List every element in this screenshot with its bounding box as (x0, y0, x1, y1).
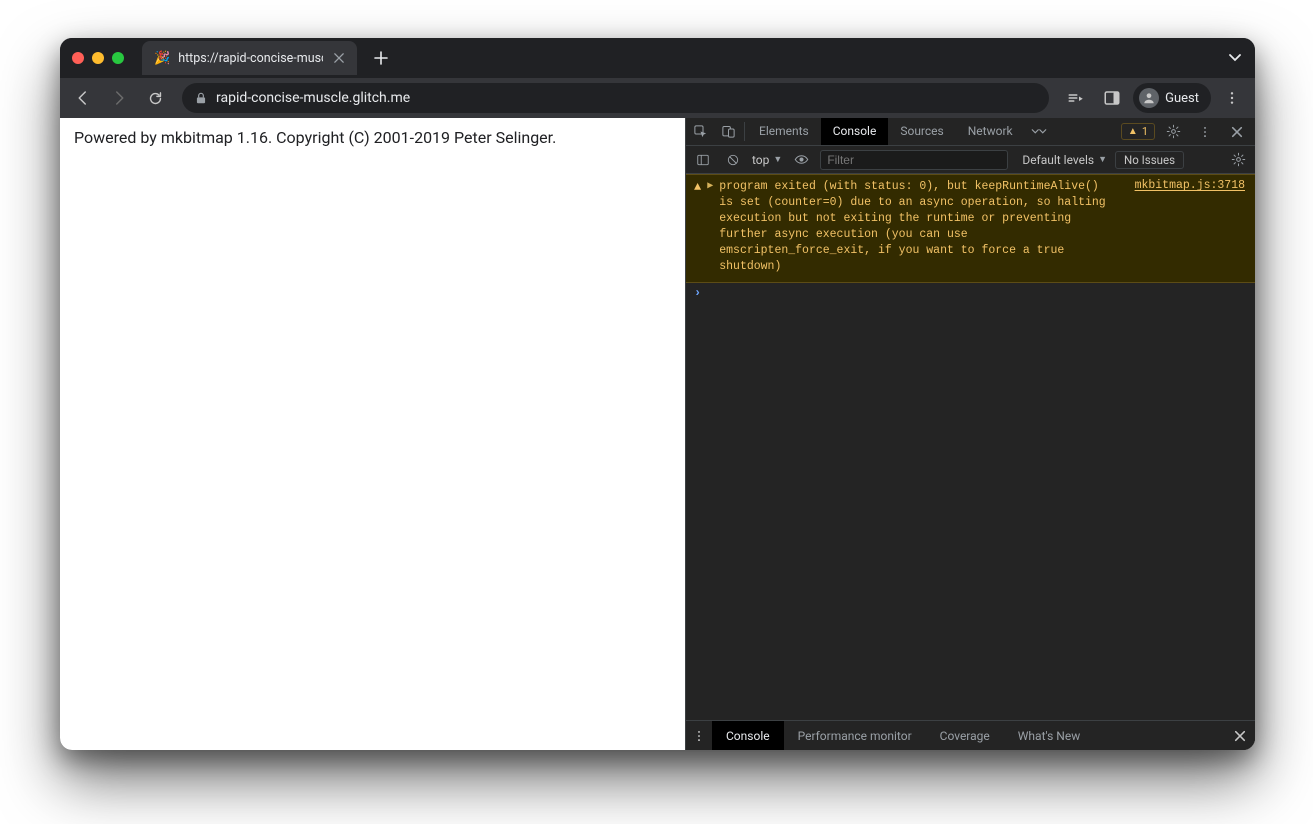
side-panel-button[interactable] (1097, 83, 1127, 113)
console-settings-icon[interactable] (1227, 152, 1249, 167)
devtools-tab-elements[interactable]: Elements (747, 118, 821, 145)
divider (744, 122, 745, 141)
devtools-tab-console[interactable]: Console (821, 118, 889, 145)
console-filter-input[interactable] (820, 150, 1008, 170)
window-traffic-lights (72, 52, 124, 64)
chevron-down-icon: ▼ (773, 154, 782, 165)
live-expression-icon[interactable] (790, 152, 812, 167)
devtools-menu-icon[interactable] (1191, 125, 1219, 139)
media-control-button[interactable] (1061, 83, 1091, 113)
browser-window: 🎉 https://rapid-concise-muscle.g (60, 38, 1255, 750)
browser-toolbar: rapid-concise-muscle.glitch.me Guest (60, 78, 1255, 118)
devtools-tab-network[interactable]: Network (956, 118, 1025, 145)
chevron-down-icon: ▼ (1098, 154, 1107, 165)
issues-label: No Issues (1124, 153, 1175, 167)
warnings-badge[interactable]: ▲ 1 (1121, 123, 1155, 140)
forward-button[interactable] (104, 83, 134, 113)
warning-icon: ▲ (1128, 126, 1138, 137)
console-message-text: program exited (with status: 0), but kee… (719, 179, 1118, 276)
page-text: Powered by mkbitmap 1.16. Copyright (C) … (74, 128, 671, 147)
browser-tab[interactable]: 🎉 https://rapid-concise-muscle.g (142, 41, 357, 75)
devtools-close-icon[interactable] (1223, 126, 1251, 138)
window-zoom-button[interactable] (112, 52, 124, 64)
clear-console-icon[interactable] (722, 153, 744, 167)
log-levels-label: Default levels (1022, 153, 1094, 167)
drawer-close-icon[interactable] (1225, 721, 1255, 750)
prompt-caret-icon: › (694, 286, 701, 300)
log-levels-select[interactable]: Default levels ▼ (1022, 153, 1107, 167)
content-area: Powered by mkbitmap 1.16. Copyright (C) … (60, 118, 1255, 750)
console-toolbar: top ▼ Default levels ▼ No Issues (686, 146, 1255, 174)
devtools-tabbar: Elements Console Sources Network ▲ 1 (686, 118, 1255, 146)
reload-button[interactable] (140, 83, 170, 113)
console-context-label: top (752, 153, 769, 167)
profile-label: Guest (1165, 91, 1199, 106)
drawer-menu-icon[interactable] (686, 721, 712, 750)
tab-strip: 🎉 https://rapid-concise-muscle.g (60, 38, 1255, 78)
drawer-tab-whats-new[interactable]: What's New (1004, 721, 1094, 750)
tab-close-button[interactable] (331, 50, 347, 66)
devtools-drawer: Console Performance monitor Coverage Wha… (686, 720, 1255, 750)
back-button[interactable] (68, 83, 98, 113)
drawer-tab-performance-monitor[interactable]: Performance monitor (784, 721, 926, 750)
console-output[interactable]: ▲ ▶ program exited (with status: 0), but… (686, 174, 1255, 720)
console-prompt[interactable]: › (686, 283, 1255, 303)
console-sidebar-toggle-icon[interactable] (692, 153, 714, 167)
tab-title: https://rapid-concise-muscle.g (178, 51, 323, 66)
devtools-panel: Elements Console Sources Network ▲ 1 (685, 118, 1255, 750)
devtools-settings-icon[interactable] (1159, 124, 1187, 139)
address-bar[interactable]: rapid-concise-muscle.glitch.me (182, 83, 1049, 113)
warning-count: 1 (1142, 125, 1148, 138)
drawer-tab-console[interactable]: Console (712, 721, 784, 750)
expand-icon[interactable]: ▶ (707, 179, 713, 276)
console-message-source[interactable]: mkbitmap.js:3718 (1135, 179, 1245, 276)
inspect-element-icon[interactable] (686, 118, 714, 145)
console-warning-row[interactable]: ▲ ▶ program exited (with status: 0), but… (686, 174, 1255, 283)
lock-icon (194, 91, 208, 105)
window-minimize-button[interactable] (92, 52, 104, 64)
device-toolbar-icon[interactable] (714, 118, 742, 145)
address-bar-url: rapid-concise-muscle.glitch.me (216, 90, 410, 106)
tabs-overflow-button[interactable] (1229, 54, 1241, 62)
profile-button[interactable]: Guest (1133, 83, 1211, 113)
tab-favicon: 🎉 (154, 52, 170, 65)
warning-icon: ▲ (694, 179, 701, 276)
drawer-tab-coverage[interactable]: Coverage (926, 721, 1004, 750)
browser-menu-button[interactable] (1217, 83, 1247, 113)
devtools-tab-sources[interactable]: Sources (888, 118, 955, 145)
window-close-button[interactable] (72, 52, 84, 64)
avatar-icon (1139, 88, 1159, 108)
page-viewport[interactable]: Powered by mkbitmap 1.16. Copyright (C) … (60, 118, 685, 750)
devtools-tabs-overflow-icon[interactable] (1025, 118, 1053, 145)
new-tab-button[interactable] (367, 44, 395, 72)
console-context-select[interactable]: top ▼ (752, 153, 782, 167)
issues-button[interactable]: No Issues (1115, 151, 1184, 169)
